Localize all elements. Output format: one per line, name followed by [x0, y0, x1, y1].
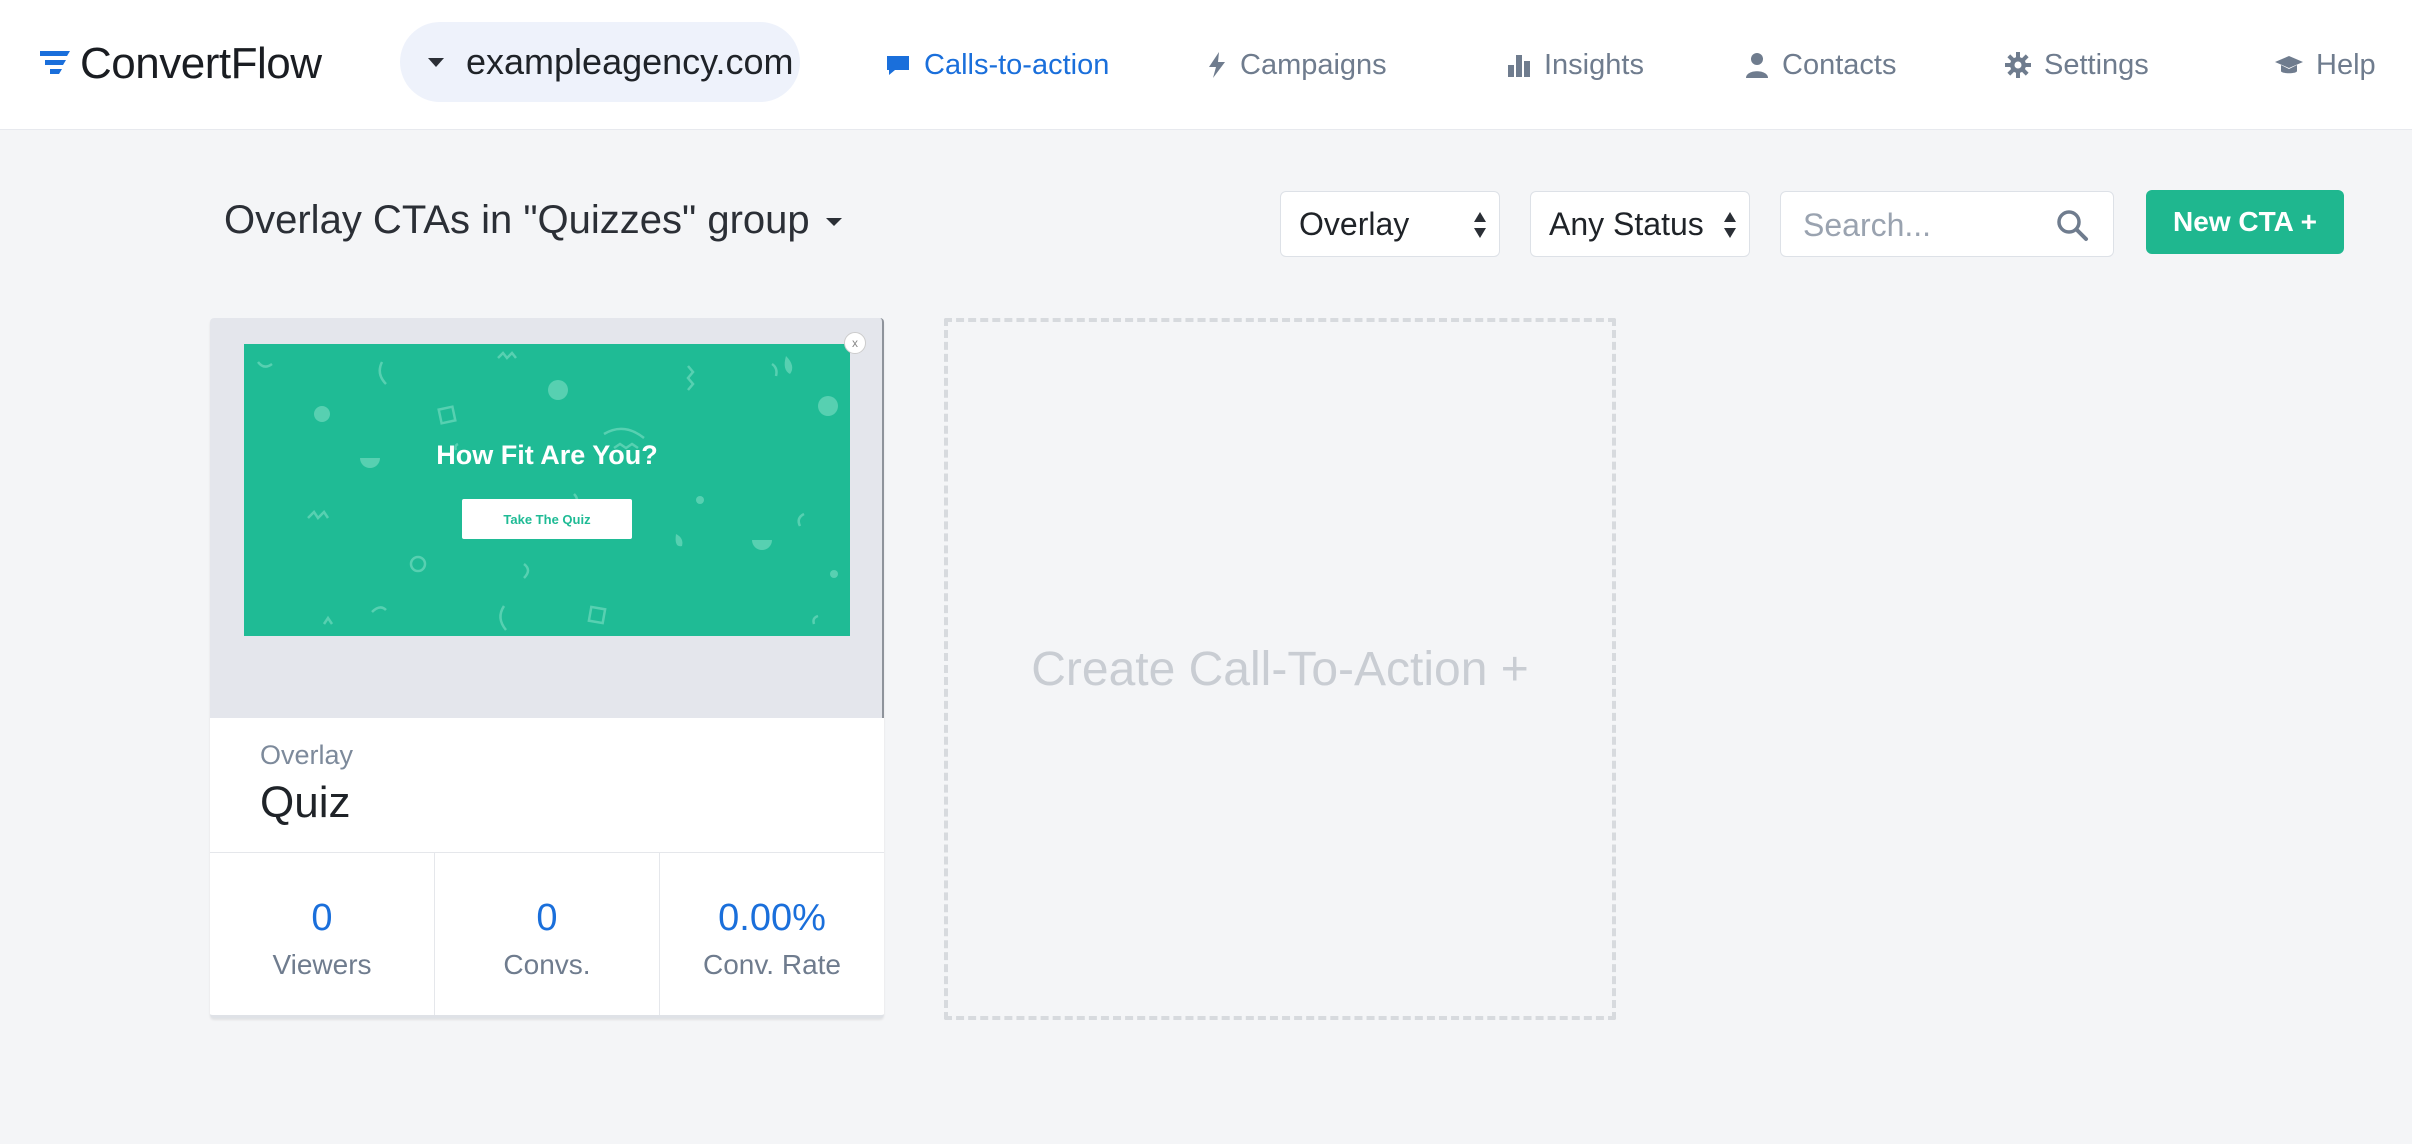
stat-conversion-rate: 0.00% Conv. Rate — [660, 853, 884, 1015]
popup-quiz-button: Take The Quiz — [462, 499, 632, 539]
stat-label: Conv. Rate — [703, 949, 841, 980]
stat-viewers: 0 Viewers — [210, 853, 435, 1015]
chevron-down-icon — [428, 57, 444, 67]
select-arrows-icon — [1474, 212, 1486, 238]
chat-bubble-icon — [887, 56, 909, 75]
cta-type-label: Overlay — [260, 740, 354, 770]
nav-insights[interactable]: Insights — [1506, 44, 1644, 86]
brand-name: ConvertFlow — [80, 39, 322, 88]
nav-label: Contacts — [1782, 48, 1897, 81]
status-filter[interactable]: Any Status — [1530, 191, 1750, 257]
lightning-icon — [1209, 52, 1225, 78]
cta-card[interactable]: How Fit Are You? Take The Quiz x Overlay… — [210, 318, 884, 1018]
nav-contacts[interactable]: Contacts — [1744, 44, 1896, 86]
create-cta-label: Create Call-To-Action + — [1031, 642, 1529, 696]
nav-campaigns[interactable]: Campaigns — [1206, 44, 1387, 86]
chevron-down-icon — [825, 218, 842, 226]
nav-label: Settings — [2044, 48, 2149, 81]
stat-value: 0.00% — [718, 897, 826, 939]
graduation-cap-icon — [2275, 56, 2303, 74]
overlay-popup-preview: How Fit Are You? Take The Quiz — [244, 344, 850, 636]
page-title: Overlay CTAs in "Quizzes" group — [224, 197, 810, 242]
gear-icon — [2005, 52, 2031, 78]
cta-group-title-dropdown[interactable]: Overlay CTAs in "Quizzes" group — [224, 192, 842, 248]
cta-type-filter[interactable]: Overlay — [1280, 191, 1500, 257]
nav-help[interactable]: Help — [2274, 44, 2376, 86]
nav-label: Insights — [1544, 48, 1644, 81]
search-icon[interactable] — [2055, 208, 2089, 242]
website-selector[interactable]: exampleagency.com — [400, 22, 800, 102]
cta-preview[interactable]: How Fit Are You? Take The Quiz x — [210, 318, 884, 718]
nav-label: Help — [2316, 48, 2376, 81]
user-icon — [1746, 53, 1768, 78]
logo-mark-icon — [40, 51, 70, 74]
confetti-pattern — [257, 351, 838, 631]
bar-chart-icon — [1508, 55, 1530, 77]
cta-type-filter-value: Overlay — [1299, 205, 1410, 242]
stat-conversions: 0 Convs. — [435, 853, 660, 1015]
status-filter-value: Any Status — [1549, 205, 1704, 242]
search-field[interactable] — [1780, 191, 2114, 257]
nav-calls-to-action[interactable]: Calls-to-action — [884, 44, 1109, 86]
stat-label: Convs. — [503, 949, 591, 980]
cta-name[interactable]: Quiz — [260, 778, 350, 828]
stat-label: Viewers — [272, 949, 372, 980]
popup-headline: How Fit Are You? — [436, 440, 658, 470]
create-cta-placeholder[interactable]: Create Call-To-Action + — [944, 318, 1616, 1020]
cta-stats: 0 Viewers 0 Convs. 0.00% Conv. Rate — [210, 852, 884, 1015]
nav-settings[interactable]: Settings — [2004, 44, 2149, 86]
select-arrows-icon — [1724, 212, 1736, 238]
convertflow-logo[interactable]: ConvertFlow — [36, 39, 322, 88]
website-name: exampleagency.com — [466, 41, 794, 82]
stat-value: 0 — [536, 897, 558, 939]
search-input[interactable] — [1803, 204, 2033, 246]
close-icon: x — [844, 332, 866, 354]
top-navigation: ConvertFlow exampleagency.com Calls-to-a… — [0, 0, 2412, 130]
stat-value: 0 — [311, 897, 333, 939]
nav-label: Calls-to-action — [924, 48, 1110, 81]
new-cta-button[interactable]: New CTA + — [2146, 190, 2344, 254]
nav-label: Campaigns — [1240, 48, 1387, 81]
